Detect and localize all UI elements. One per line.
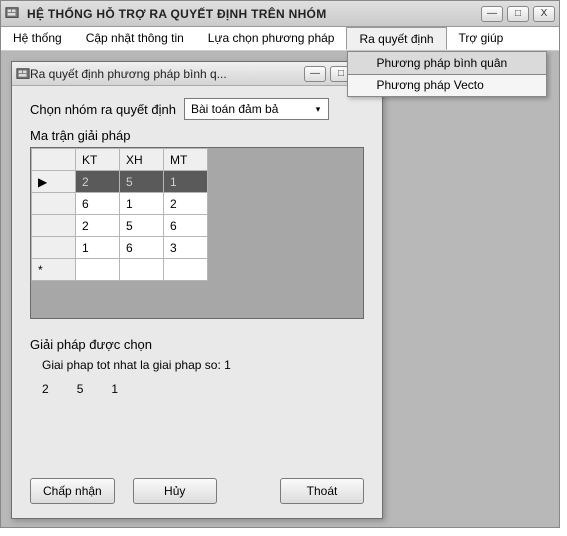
child-window: Ra quyết định phương pháp bình q... — □ … [11, 61, 383, 519]
table-new-row[interactable]: * [32, 259, 208, 281]
result-value: 1 [111, 382, 118, 396]
main-minimize-button[interactable]: — [481, 6, 503, 22]
main-close-button[interactable]: X [533, 6, 555, 22]
app-icon [5, 6, 21, 22]
child-titlebar: Ra quyết định phương pháp bình q... — □ … [12, 62, 382, 86]
cell[interactable]: 2 [76, 215, 120, 237]
cell[interactable] [164, 259, 208, 281]
new-row-marker: * [32, 259, 76, 281]
table-header-row: KT XH MT [32, 149, 208, 171]
menu-he-thong[interactable]: Hệ thống [1, 27, 74, 50]
cell[interactable]: 6 [76, 193, 120, 215]
cell[interactable]: 5 [120, 215, 164, 237]
menubar: Hệ thống Cập nhật thông tin Lựa chọn phư… [1, 27, 559, 51]
row-marker [32, 193, 76, 215]
cell[interactable]: 3 [164, 237, 208, 259]
child-minimize-button[interactable]: — [304, 66, 326, 82]
group-label: Chọn nhóm ra quyết định [30, 102, 176, 117]
child-window-icon [16, 67, 30, 81]
chevron-down-icon[interactable]: ▾ [310, 104, 326, 115]
button-row: Chấp nhận Hủy Thoát [30, 478, 364, 504]
matrix-grid[interactable]: KT XH MT ▶ 2 5 1 6 1 [30, 147, 364, 319]
dropdown-binh-quan[interactable]: Phương pháp bình quân [347, 51, 547, 75]
menu-lua-chon[interactable]: Lựa chọn phương pháp [196, 27, 347, 50]
main-titlebar: HỆ THỐNG HỖ TRỢ RA QUYẾT ĐỊNH TRÊN NHÓM … [1, 1, 559, 27]
cell[interactable]: 6 [120, 237, 164, 259]
child-body: Chọn nhóm ra quyết định Bài toán đảm bả … [12, 86, 382, 408]
cell[interactable]: 2 [76, 171, 120, 193]
group-row: Chọn nhóm ra quyết định Bài toán đảm bả … [30, 98, 364, 120]
cell[interactable]: 1 [164, 171, 208, 193]
accept-button[interactable]: Chấp nhận [30, 478, 115, 504]
menu-tro-giup[interactable]: Trợ giúp [447, 27, 516, 50]
button-spacer [235, 478, 262, 504]
group-combobox-value: Bài toán đảm bả [191, 102, 310, 116]
mdi-client-area: Ra quyết định phương pháp bình q... — □ … [1, 51, 559, 527]
table-row[interactable]: 6 1 2 [32, 193, 208, 215]
matrix-label: Ma trận giải pháp [30, 128, 364, 143]
col-header-xh[interactable]: XH [120, 149, 164, 171]
dropdown-vecto[interactable]: Phương pháp Vecto [348, 74, 546, 96]
menu-ra-quyet-dinh-label: Ra quyết định [359, 32, 433, 46]
menu-cap-nhat[interactable]: Cập nhật thông tin [74, 27, 196, 50]
child-title: Ra quyết định phương pháp bình q... [30, 67, 304, 81]
matrix-table: KT XH MT ▶ 2 5 1 6 1 [31, 148, 208, 281]
cell[interactable]: 6 [164, 215, 208, 237]
cell[interactable] [120, 259, 164, 281]
col-header-mt[interactable]: MT [164, 149, 208, 171]
cell[interactable]: 5 [120, 171, 164, 193]
corner-header [32, 149, 76, 171]
result-values: 2 5 1 [42, 382, 364, 396]
result-value: 5 [77, 382, 84, 396]
cell[interactable]: 1 [120, 193, 164, 215]
col-header-kt[interactable]: KT [76, 149, 120, 171]
result-line: Giai phap tot nhat la giai phap so: 1 [42, 358, 364, 372]
table-row[interactable]: ▶ 2 5 1 [32, 171, 208, 193]
cell[interactable] [76, 259, 120, 281]
main-maximize-button[interactable]: □ [507, 6, 529, 22]
cell[interactable]: 2 [164, 193, 208, 215]
row-marker [32, 215, 76, 237]
main-window-controls: — □ X [481, 6, 555, 22]
result-label: Giải pháp được chọn [30, 337, 364, 352]
table-row[interactable]: 1 6 3 [32, 237, 208, 259]
cell[interactable]: 1 [76, 237, 120, 259]
cancel-button[interactable]: Hủy [133, 478, 217, 504]
menu-dropdown: Phương pháp bình quân Phương pháp Vecto [347, 51, 547, 97]
main-title: HỆ THỐNG HỖ TRỢ RA QUYẾT ĐỊNH TRÊN NHÓM [27, 7, 481, 21]
main-window: HỆ THỐNG HỖ TRỢ RA QUYẾT ĐỊNH TRÊN NHÓM … [0, 0, 560, 528]
row-marker: ▶ [32, 171, 76, 193]
table-row[interactable]: 2 5 6 [32, 215, 208, 237]
exit-button[interactable]: Thoát [280, 478, 364, 504]
menu-ra-quyet-dinh[interactable]: Ra quyết định Phương pháp bình quân Phươ… [346, 27, 446, 50]
group-combobox[interactable]: Bài toán đảm bả ▾ [184, 98, 329, 120]
row-marker [32, 237, 76, 259]
result-value: 2 [42, 382, 49, 396]
